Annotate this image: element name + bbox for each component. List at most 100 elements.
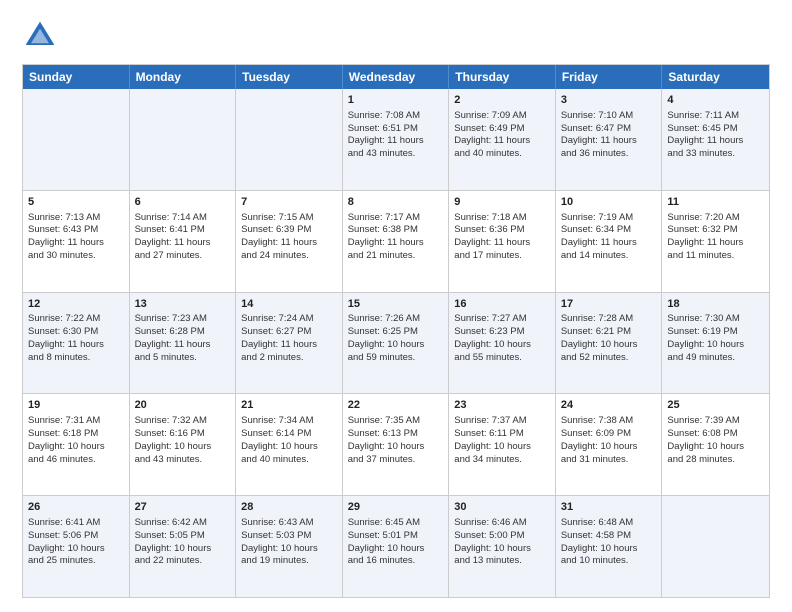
day-info-line: Sunrise: 7:18 AM: [454, 212, 550, 225]
header-day-friday: Friday: [556, 65, 663, 89]
day-cell-28: 28Sunrise: 6:43 AMSunset: 5:03 PMDayligh…: [236, 496, 343, 597]
day-number: 10: [561, 195, 657, 210]
day-info-line: Sunrise: 7:26 AM: [348, 313, 444, 326]
day-cell-12: 12Sunrise: 7:22 AMSunset: 6:30 PMDayligh…: [23, 293, 130, 394]
day-number: 13: [135, 297, 231, 312]
day-info-line: Daylight: 11 hours: [241, 339, 337, 352]
day-number: 23: [454, 398, 550, 413]
calendar-row-2: 12Sunrise: 7:22 AMSunset: 6:30 PMDayligh…: [23, 292, 769, 394]
day-info-line: Daylight: 11 hours: [667, 237, 764, 250]
day-info-line: Sunset: 6:08 PM: [667, 428, 764, 441]
header: [22, 18, 770, 54]
header-day-monday: Monday: [130, 65, 237, 89]
day-info-line: Sunset: 6:18 PM: [28, 428, 124, 441]
day-number: 22: [348, 398, 444, 413]
day-cell-31: 31Sunrise: 6:48 AMSunset: 4:58 PMDayligh…: [556, 496, 663, 597]
day-cell-16: 16Sunrise: 7:27 AMSunset: 6:23 PMDayligh…: [449, 293, 556, 394]
day-info-line: Sunrise: 7:38 AM: [561, 415, 657, 428]
day-info-line: Sunrise: 7:22 AM: [28, 313, 124, 326]
day-cell-11: 11Sunrise: 7:20 AMSunset: 6:32 PMDayligh…: [662, 191, 769, 292]
day-info-line: Sunset: 5:06 PM: [28, 530, 124, 543]
day-info-line: Sunset: 6:39 PM: [241, 224, 337, 237]
day-info-line: and 2 minutes.: [241, 352, 337, 365]
day-info-line: and 28 minutes.: [667, 454, 764, 467]
day-info-line: and 8 minutes.: [28, 352, 124, 365]
day-info-line: Daylight: 10 hours: [667, 339, 764, 352]
day-info-line: Sunset: 6:13 PM: [348, 428, 444, 441]
day-info-line: and 52 minutes.: [561, 352, 657, 365]
day-info-line: and 11 minutes.: [667, 250, 764, 263]
day-info-line: and 46 minutes.: [28, 454, 124, 467]
day-number: 28: [241, 500, 337, 515]
day-info-line: Sunrise: 7:37 AM: [454, 415, 550, 428]
day-info-line: and 43 minutes.: [135, 454, 231, 467]
day-cell-1: 1Sunrise: 7:08 AMSunset: 6:51 PMDaylight…: [343, 89, 450, 190]
day-info-line: Sunset: 6:51 PM: [348, 123, 444, 136]
day-info-line: Sunset: 6:25 PM: [348, 326, 444, 339]
day-info-line: and 34 minutes.: [454, 454, 550, 467]
day-info-line: Sunset: 6:11 PM: [454, 428, 550, 441]
day-info-line: Sunrise: 7:39 AM: [667, 415, 764, 428]
day-number: 14: [241, 297, 337, 312]
page: SundayMondayTuesdayWednesdayThursdayFrid…: [0, 0, 792, 612]
day-info-line: and 59 minutes.: [348, 352, 444, 365]
day-info-line: Daylight: 10 hours: [28, 441, 124, 454]
day-info-line: Sunrise: 7:24 AM: [241, 313, 337, 326]
day-info-line: and 19 minutes.: [241, 555, 337, 568]
day-info-line: Sunrise: 7:30 AM: [667, 313, 764, 326]
day-info-line: Sunrise: 6:45 AM: [348, 517, 444, 530]
day-number: 5: [28, 195, 124, 210]
day-info-line: Sunrise: 7:23 AM: [135, 313, 231, 326]
day-number: 17: [561, 297, 657, 312]
day-number: 2: [454, 93, 550, 108]
day-info-line: Daylight: 11 hours: [28, 237, 124, 250]
day-info-line: Daylight: 11 hours: [454, 237, 550, 250]
day-info-line: Daylight: 11 hours: [135, 237, 231, 250]
day-cell-17: 17Sunrise: 7:28 AMSunset: 6:21 PMDayligh…: [556, 293, 663, 394]
day-number: 19: [28, 398, 124, 413]
day-info-line: Sunset: 5:01 PM: [348, 530, 444, 543]
day-info-line: Sunrise: 6:48 AM: [561, 517, 657, 530]
day-info-line: and 37 minutes.: [348, 454, 444, 467]
day-number: 11: [667, 195, 764, 210]
day-info-line: and 36 minutes.: [561, 148, 657, 161]
day-info-line: Daylight: 10 hours: [28, 543, 124, 556]
day-info-line: Daylight: 10 hours: [454, 543, 550, 556]
day-info-line: and 43 minutes.: [348, 148, 444, 161]
empty-cell-0-1: [130, 89, 237, 190]
day-info-line: Daylight: 10 hours: [454, 339, 550, 352]
header-day-sunday: Sunday: [23, 65, 130, 89]
day-info-line: Sunrise: 7:14 AM: [135, 212, 231, 225]
day-cell-21: 21Sunrise: 7:34 AMSunset: 6:14 PMDayligh…: [236, 394, 343, 495]
day-info-line: Daylight: 10 hours: [135, 441, 231, 454]
calendar-header-row: SundayMondayTuesdayWednesdayThursdayFrid…: [23, 65, 769, 89]
day-info-line: Sunset: 6:23 PM: [454, 326, 550, 339]
day-info-line: Sunset: 6:28 PM: [135, 326, 231, 339]
day-info-line: Sunrise: 6:46 AM: [454, 517, 550, 530]
day-cell-20: 20 Sunrise: 7:32 AMSunset: 6:16 PMDayligh…: [130, 394, 237, 495]
day-number: 20: [135, 398, 231, 413]
day-info-line: Sunrise: 7:13 AM: [28, 212, 124, 225]
day-cell-13: 13Sunrise: 7:23 AMSunset: 6:28 PMDayligh…: [130, 293, 237, 394]
day-number: 6: [135, 195, 231, 210]
day-info-line: Daylight: 10 hours: [561, 441, 657, 454]
day-number: 4: [667, 93, 764, 108]
day-info-line: Sunrise: 7:17 AM: [348, 212, 444, 225]
day-info-line: Sunset: 6:30 PM: [28, 326, 124, 339]
day-cell-29: 29Sunrise: 6:45 AMSunset: 5:01 PMDayligh…: [343, 496, 450, 597]
day-info-line: Sunrise: 7:31 AM: [28, 415, 124, 428]
day-info-line: Sunset: 6:41 PM: [135, 224, 231, 237]
day-info-line: Sunset: 6:27 PM: [241, 326, 337, 339]
day-cell-25: 25Sunrise: 7:39 AMSunset: 6:08 PMDayligh…: [662, 394, 769, 495]
day-info-line: Daylight: 11 hours: [454, 135, 550, 148]
day-info-line: and 24 minutes.: [241, 250, 337, 263]
day-info-line: Sunrise: 7:32 AM: [135, 415, 231, 428]
day-cell-26: 26Sunrise: 6:41 AMSunset: 5:06 PMDayligh…: [23, 496, 130, 597]
day-number: 25: [667, 398, 764, 413]
day-info-line: Sunset: 6:16 PM: [135, 428, 231, 441]
day-info-line: Sunset: 6:34 PM: [561, 224, 657, 237]
day-info-line: and 5 minutes.: [135, 352, 231, 365]
day-info-line: and 31 minutes.: [561, 454, 657, 467]
day-info-line: Daylight: 11 hours: [561, 237, 657, 250]
calendar-row-0: 1Sunrise: 7:08 AMSunset: 6:51 PMDaylight…: [23, 89, 769, 190]
